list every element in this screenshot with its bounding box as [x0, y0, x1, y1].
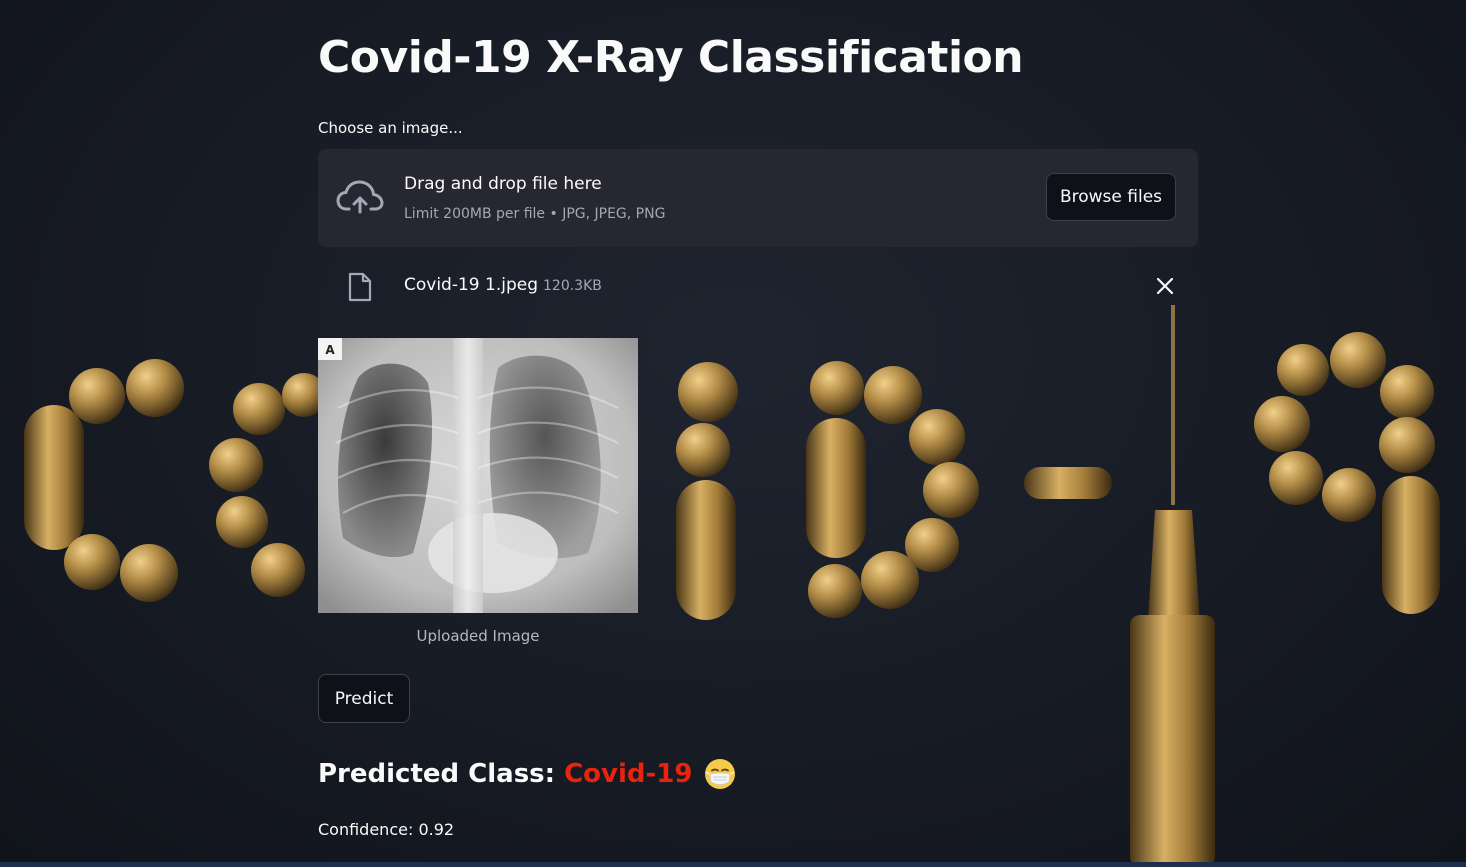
file-icon — [348, 272, 372, 302]
pill-letter-i — [676, 362, 738, 620]
page-title: Covid-19 X-Ray Classification — [318, 32, 1024, 83]
bottom-status-bar — [0, 862, 1466, 867]
pill-letter-d — [806, 361, 979, 618]
predicted-class: Covid-19 — [564, 759, 693, 789]
uploaded-xray-image: A — [318, 338, 638, 613]
remove-file-button[interactable] — [1152, 276, 1178, 298]
browse-files-button[interactable]: Browse files — [1046, 173, 1176, 221]
close-icon — [1156, 277, 1174, 295]
prediction-prefix: Predicted Class: — [318, 759, 556, 789]
dropzone-limit-text: Limit 200MB per file • JPG, JPEG, PNG — [404, 206, 666, 222]
face-with-medical-mask-icon — [705, 759, 736, 789]
prediction-result: Predicted Class: Covid-19 — [318, 758, 736, 790]
uploaded-file-name: Covid-19 1.jpeg — [404, 275, 538, 295]
predict-button[interactable]: Predict — [318, 674, 410, 723]
uploaded-file-size: 120.3KB — [543, 278, 602, 294]
pill-number-19 — [1254, 332, 1440, 614]
confidence-text: Confidence: 0.92 — [318, 820, 455, 839]
xray-corner-marker: A — [325, 343, 335, 357]
background-artwork — [24, 305, 1440, 867]
pill-letter-c — [24, 359, 184, 602]
uploaded-file-row: Covid-19 1.jpeg 120.3KB — [318, 264, 1198, 310]
image-caption: Uploaded Image — [416, 627, 540, 645]
pill-letter-o — [209, 373, 326, 597]
pill-dash — [1024, 467, 1112, 499]
file-dropzone[interactable]: Drag and drop file here Limit 200MB per … — [318, 149, 1198, 247]
cloud-upload-icon — [336, 180, 384, 214]
dropzone-title: Drag and drop file here — [404, 174, 602, 194]
syringe — [1130, 305, 1215, 867]
uploader-label: Choose an image... — [318, 119, 463, 137]
